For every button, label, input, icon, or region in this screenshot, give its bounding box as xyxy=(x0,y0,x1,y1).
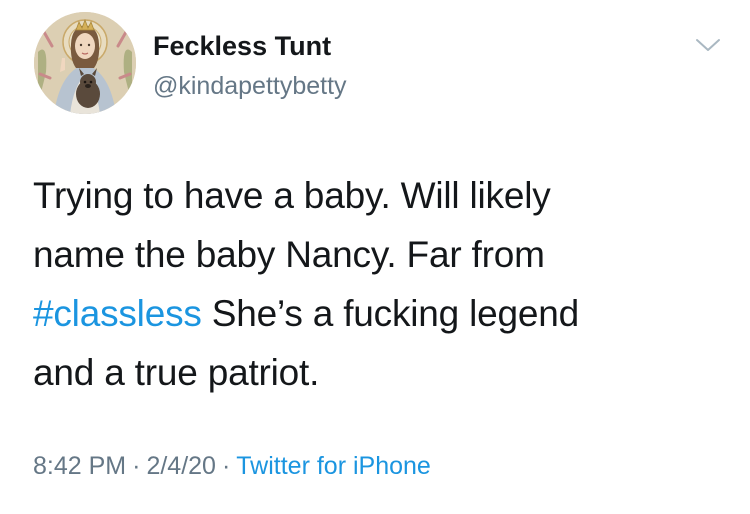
tweet-text-line: #classless She’s a fucking legend xyxy=(33,284,723,343)
tweet-date[interactable]: 2/4/20 xyxy=(146,452,216,480)
author-handle[interactable]: @kindapettybetty xyxy=(153,72,347,101)
tweet-card: Feckless Tunt @kindapettybetty Trying to… xyxy=(0,0,750,514)
tweet-text: Trying to have a baby. Will likely name … xyxy=(33,166,723,402)
tweet-text-line: name the baby Nancy. Far from xyxy=(33,234,545,275)
tweet-source-link[interactable]: Twitter for iPhone xyxy=(236,452,431,480)
tweet-text-fragment: She’s a fucking legend xyxy=(201,293,580,334)
chevron-down-icon[interactable] xyxy=(694,34,722,56)
illustrated-portrait-avatar-icon xyxy=(34,12,136,114)
tweet-text-line: Trying to have a baby. Will likely xyxy=(33,175,551,216)
meta-separator: · xyxy=(221,452,231,480)
author-display-name[interactable]: Feckless Tunt xyxy=(153,31,331,62)
tweet-metadata: 8:42 PM · 2/4/20 · Twitter for iPhone xyxy=(33,452,431,481)
tweet-time[interactable]: 8:42 PM xyxy=(33,452,126,480)
hashtag-link[interactable]: #classless xyxy=(33,293,202,334)
avatar[interactable] xyxy=(34,12,136,114)
meta-separator: · xyxy=(132,452,141,480)
tweet-text-line: and a true patriot. xyxy=(33,352,320,393)
